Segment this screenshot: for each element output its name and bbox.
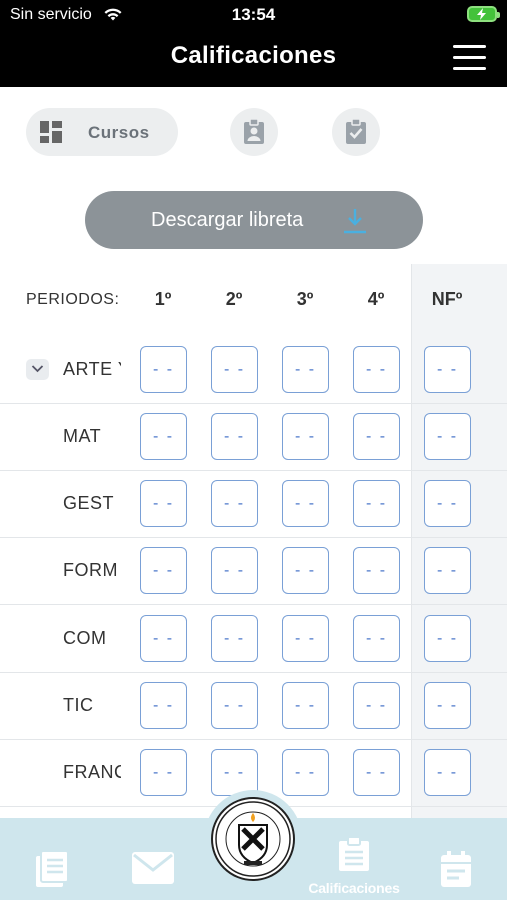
battery-icon [467,6,500,22]
top-bar: Sin servicio 13:54 Calificaciones [0,0,507,87]
download-report-button[interactable]: Descargar libreta [85,191,423,249]
period-header-3: 3º [296,289,314,309]
periods-label: PERIODOS: [26,291,120,308]
final-grade-cell[interactable]: - - [424,413,471,460]
page-title: Calificaciones [170,42,337,69]
period-header-final: NFº [431,289,463,309]
grade-cell[interactable]: - - [211,547,258,594]
row-divider [0,604,507,605]
period-header-4: 4º [367,289,385,309]
grade-cell[interactable]: - - [353,480,400,527]
final-grade-cell[interactable]: - - [424,682,471,729]
grade-cell[interactable]: - - [140,346,187,393]
subject-label: TIC [63,695,94,715]
grade-cell[interactable]: - - [211,749,258,796]
subject-label: COM [63,628,107,648]
final-grade-cell[interactable]: - - [424,547,471,594]
grade-cell[interactable]: - - [353,547,400,594]
clipboard-check-icon [346,119,366,144]
calendar-nav-button[interactable] [441,851,471,892]
row-divider [0,537,507,538]
row-divider [0,470,507,471]
grade-cell[interactable]: - - [353,346,400,393]
grade-cell[interactable]: - - [353,749,400,796]
school-logo-button[interactable] [211,797,295,881]
calendar-icon [441,851,471,887]
grade-cell[interactable]: - - [282,547,329,594]
mail-icon [132,852,174,884]
grades-nav-button[interactable] [339,836,369,876]
grade-cell[interactable]: - - [140,480,187,527]
clipboard-list-icon [339,836,369,871]
subject-label: MAT [63,426,102,446]
subject-label: ARTE Y CULTURA [63,359,121,379]
subject-label: FRANCÉS [63,762,121,782]
cursos-label: Cursos [88,123,150,142]
grade-cell[interactable]: - - [140,682,187,729]
grid-icon [40,121,62,143]
final-grade-cell[interactable]: - - [424,480,471,527]
grade-cell[interactable]: - - [282,749,329,796]
grade-cell[interactable]: - - [140,749,187,796]
download-icon [344,209,366,234]
id-badge-icon [244,119,264,144]
final-grade-cell[interactable]: - - [424,346,471,393]
grade-cell[interactable]: - - [211,480,258,527]
final-grade-cell[interactable]: - - [424,749,471,796]
expand-chevron-button[interactable] [26,359,49,380]
grade-cell[interactable]: - - [211,413,258,460]
row-divider [0,739,507,740]
subject-label: FORM [63,560,118,580]
grade-cell[interactable]: - - [353,615,400,662]
grade-cell[interactable]: - - [353,413,400,460]
period-header-1: 1º [154,289,172,309]
tasks-tab-button[interactable] [332,108,380,156]
app-screen: Sin servicio 13:54 Calificaciones Cursos [0,0,507,900]
grade-cell[interactable]: - - [211,682,258,729]
period-header-2: 2º [225,289,243,309]
final-grade-cell[interactable]: - - [424,615,471,662]
grade-cell[interactable]: - - [140,413,187,460]
grade-cell[interactable]: - - [353,682,400,729]
grade-cell[interactable]: - - [140,547,187,594]
active-nav-label: Calificaciones [308,880,400,896]
grade-cell[interactable]: - - [282,682,329,729]
messages-nav-button[interactable] [132,852,174,889]
download-label: Descargar libreta [151,209,304,231]
grade-cell[interactable]: - - [211,615,258,662]
grade-cell[interactable]: - - [282,615,329,662]
book-list-icon [36,850,69,887]
row-divider [0,403,507,404]
student-tab-button[interactable] [230,108,278,156]
grade-cell[interactable]: - - [282,413,329,460]
grade-cell[interactable]: - - [140,615,187,662]
hamburger-menu-button[interactable] [453,45,486,71]
cursos-tab-button[interactable]: Cursos [26,108,178,156]
chevron-down-icon [31,365,44,373]
grade-cell[interactable]: - - [282,480,329,527]
reading-nav-button[interactable] [36,850,70,892]
grade-cell[interactable]: - - [282,346,329,393]
grade-cell[interactable]: - - [211,346,258,393]
clock: 13:54 [231,5,276,24]
school-seal-icon [215,801,291,877]
status-bar: Sin servicio 13:54 [0,0,507,30]
row-divider [0,672,507,673]
subject-label: GEST [63,493,115,513]
